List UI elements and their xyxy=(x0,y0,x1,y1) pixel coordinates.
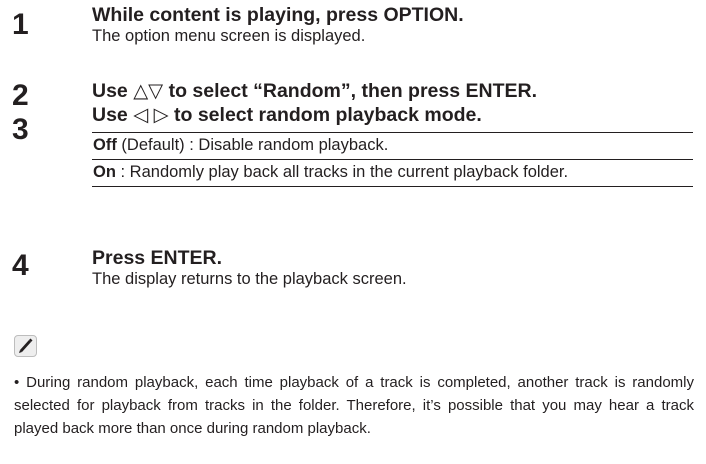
step-4-description: The display returns to the playback scre… xyxy=(92,270,407,288)
step-3-title: Use ◁ ▷ to select random playback mode. xyxy=(92,104,482,126)
step-2-title: Use △▽ to select “Random”, then press EN… xyxy=(92,80,538,102)
option-on-name: On xyxy=(93,163,116,181)
option-off-cell: Off (Default) : Disable random playback. xyxy=(92,132,693,160)
option-on-description: : Randomly play back all tracks in the c… xyxy=(115,163,569,181)
step-1-title: While content is playing, press OPTION. xyxy=(92,4,464,26)
step-1-number: 1 xyxy=(12,8,29,41)
option-row-on: On : Randomly play back all tracks in th… xyxy=(92,159,693,187)
note-bullet: • xyxy=(14,374,20,391)
option-table: Off (Default) : Disable random playback.… xyxy=(92,132,693,187)
step-4-number: 4 xyxy=(12,249,29,282)
step-1-description: The option menu screen is displayed. xyxy=(92,27,366,45)
note-text: During random playback, each time playba… xyxy=(14,374,694,437)
option-on-cell: On : Randomly play back all tracks in th… xyxy=(92,159,693,187)
option-off-description: (Default) : Disable random playback. xyxy=(116,136,389,154)
page: { "steps": [ { "number": "1", "title": "… xyxy=(0,0,706,464)
step-2-number: 2 xyxy=(12,79,29,112)
step-3-number: 3 xyxy=(12,113,29,146)
pencil-icon xyxy=(14,335,37,357)
option-off-name: Off xyxy=(93,136,117,154)
note-paragraph: • During random playback, each time play… xyxy=(14,371,694,440)
step-4-title: Press ENTER. xyxy=(92,247,223,269)
option-row-off: Off (Default) : Disable random playback. xyxy=(92,132,693,160)
